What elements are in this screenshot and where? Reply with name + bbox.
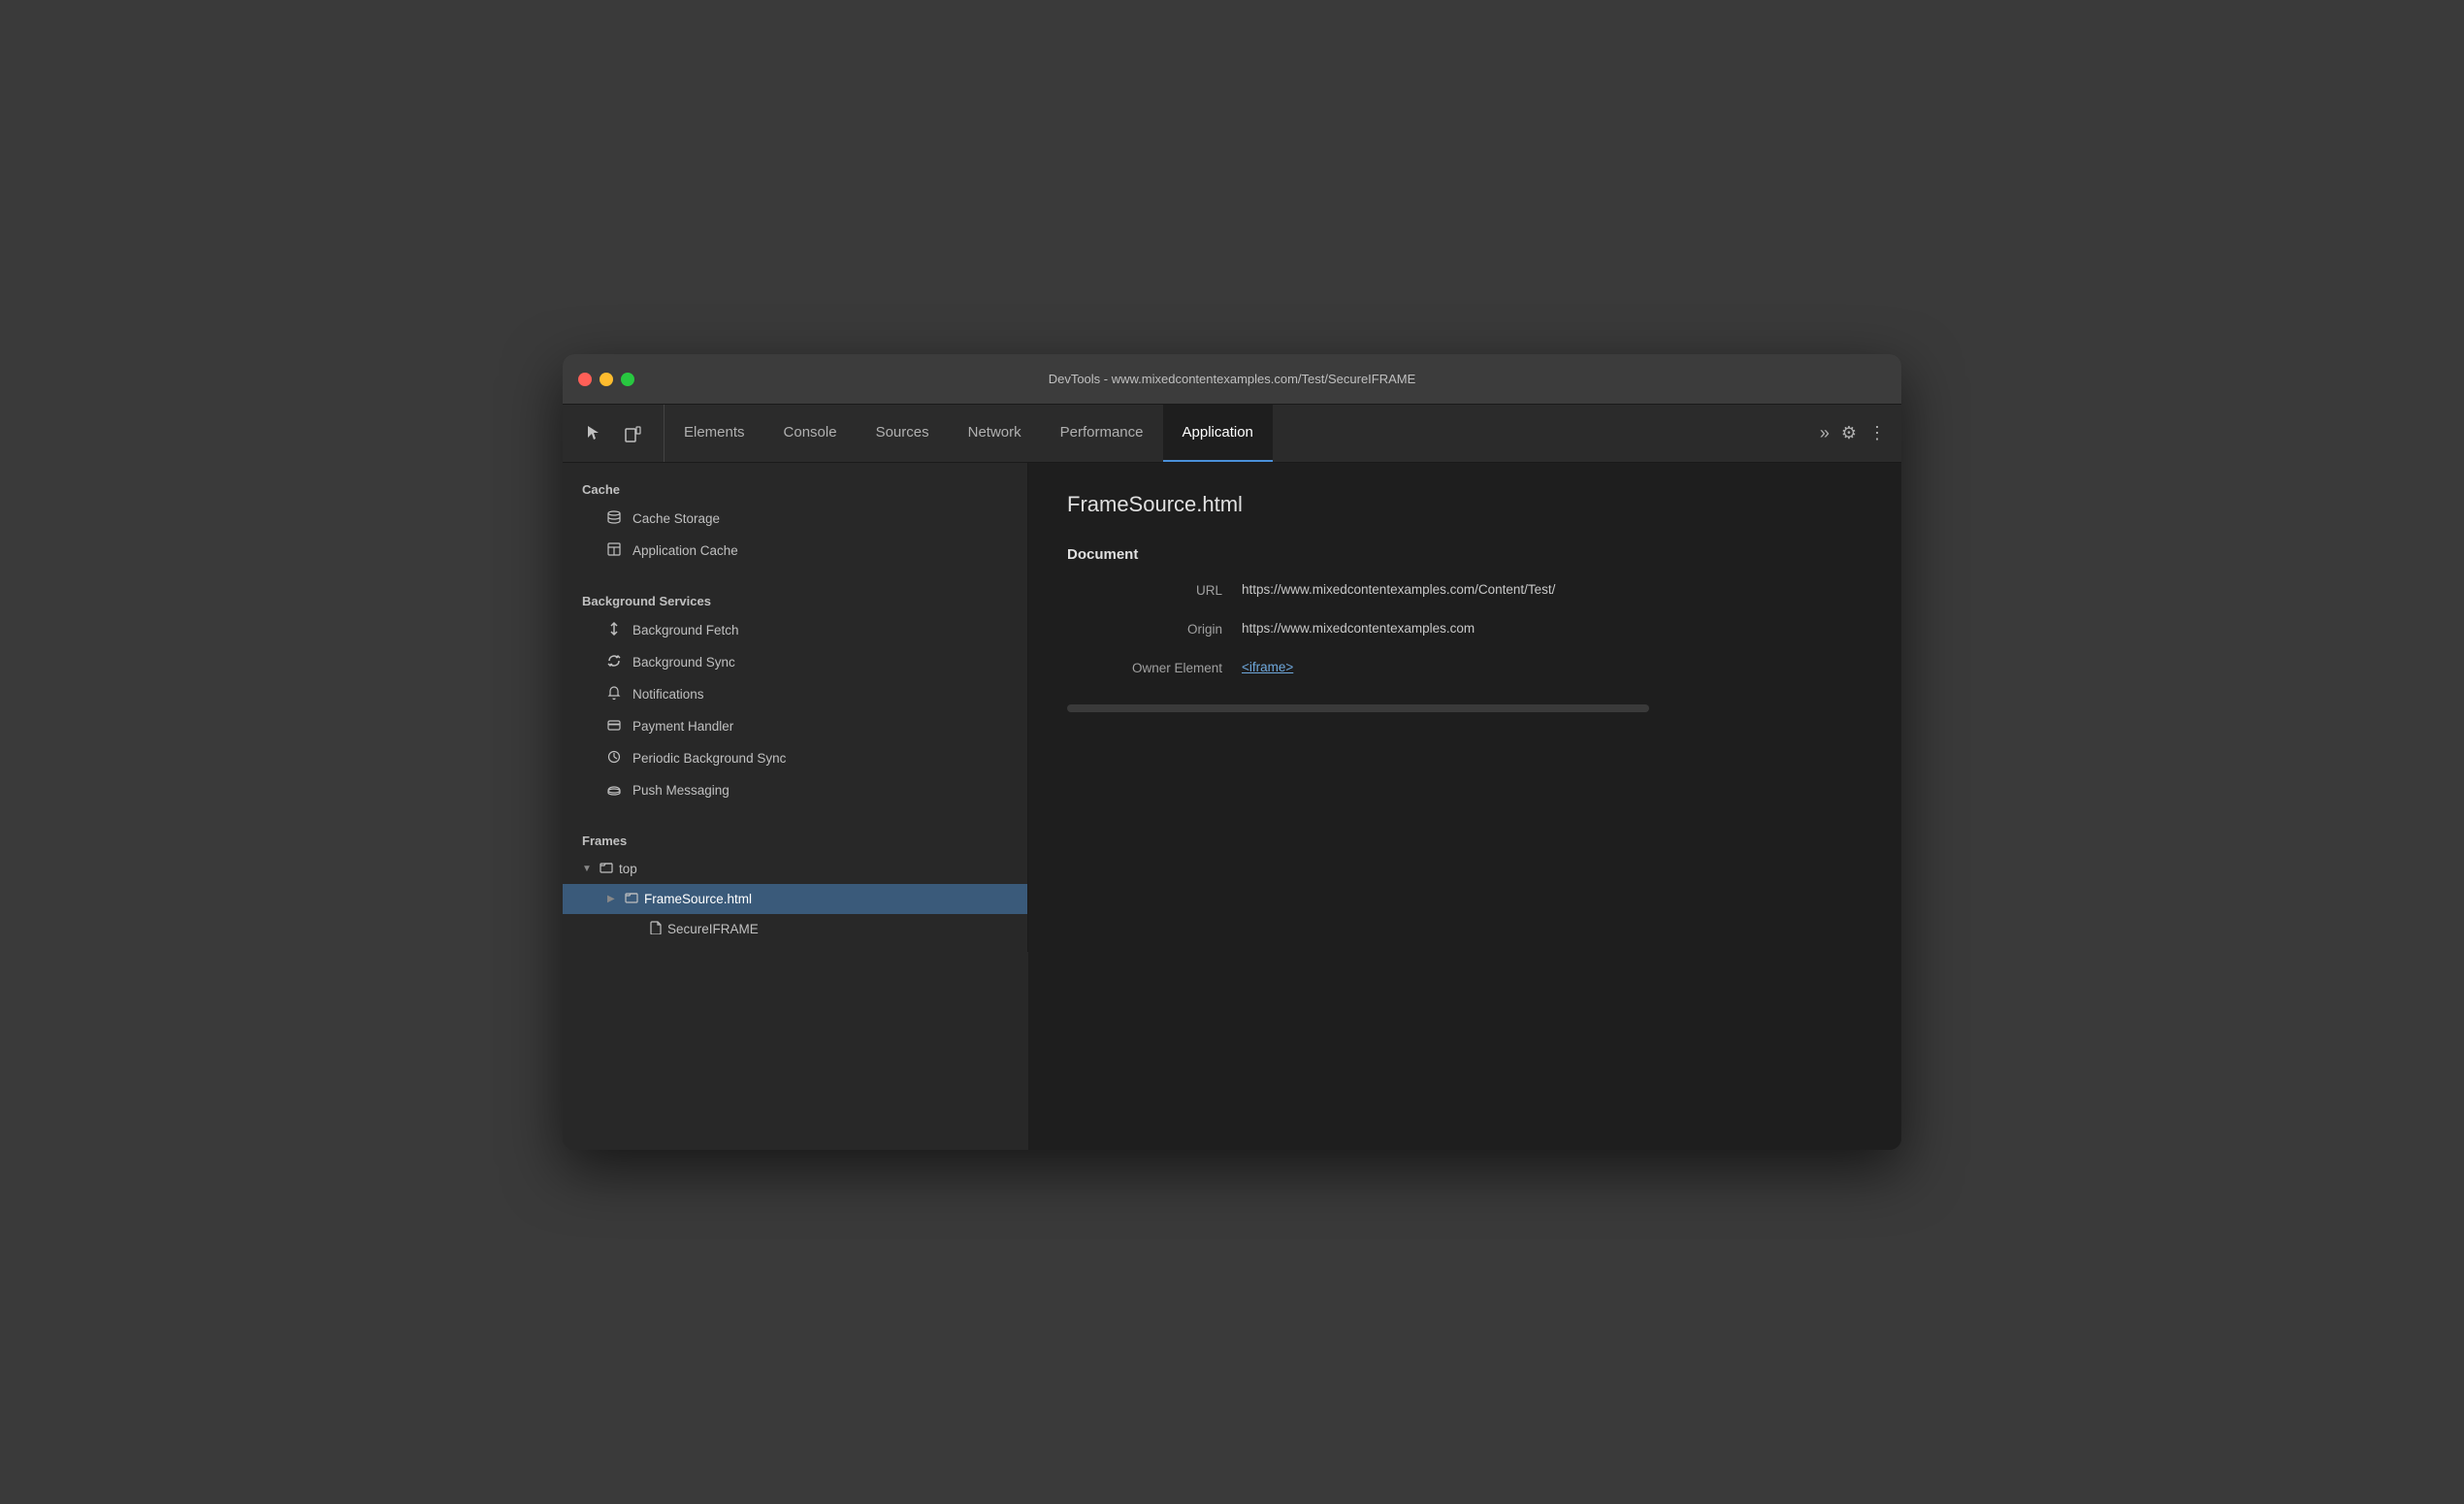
- document-section-title: Document: [1067, 546, 1863, 563]
- sidebar-frames-header: Frames: [563, 822, 1027, 854]
- frame-top-folder-icon: [600, 861, 613, 877]
- sidebar-frame-top[interactable]: ▼ top: [563, 854, 1027, 884]
- sidebar-item-cache-storage[interactable]: Cache Storage: [563, 503, 1027, 535]
- sidebar-item-notifications[interactable]: Notifications: [563, 678, 1027, 710]
- close-button[interactable]: [578, 373, 592, 386]
- sidebar-application-cache-label: Application Cache: [632, 543, 738, 558]
- toolbar-right-actions: » ⚙ ⋮: [1820, 423, 1901, 443]
- sidebar-item-push-messaging[interactable]: Push Messaging: [563, 774, 1027, 806]
- sidebar-wrapper: Cache Cache Storage: [563, 463, 1028, 1150]
- tab-application[interactable]: Application: [1163, 405, 1273, 462]
- owner-element-value[interactable]: <iframe>: [1242, 660, 1293, 674]
- framesource-label: FrameSource.html: [644, 892, 752, 906]
- framesource-arrow: ▶: [607, 894, 619, 904]
- framesource-folder-icon: [625, 891, 638, 907]
- application-cache-icon: [605, 541, 623, 560]
- titlebar: DevTools - www.mixedcontentexamples.com/…: [563, 354, 1901, 405]
- toolbar: Elements Console Sources Network Perform…: [563, 405, 1901, 463]
- maximize-button[interactable]: [621, 373, 634, 386]
- sidebar-item-background-sync[interactable]: Background Sync: [563, 646, 1027, 678]
- frame-top-arrow: ▼: [582, 864, 594, 874]
- cache-storage-icon: [605, 509, 623, 528]
- tab-performance[interactable]: Performance: [1041, 405, 1163, 462]
- main-content: Cache Cache Storage: [563, 463, 1901, 1150]
- sidebar-push-messaging-label: Push Messaging: [632, 783, 729, 798]
- periodic-background-sync-icon: [605, 749, 623, 768]
- sidebar-payment-handler-label: Payment Handler: [632, 719, 733, 734]
- devtools-window: DevTools - www.mixedcontentexamples.com/…: [563, 354, 1901, 1150]
- minimize-button[interactable]: [600, 373, 613, 386]
- notifications-icon: [605, 685, 623, 703]
- payment-handler-icon: [605, 717, 623, 736]
- tab-console[interactable]: Console: [764, 405, 857, 462]
- url-value: https://www.mixedcontentexamples.com/Con…: [1242, 582, 1555, 597]
- document-section: Document URL https://www.mixedcontentexa…: [1067, 546, 1863, 675]
- sidebar-item-background-fetch[interactable]: Background Fetch: [563, 614, 1027, 646]
- tab-elements[interactable]: Elements: [665, 405, 764, 462]
- content-panel: FrameSource.html Document URL https://ww…: [1028, 463, 1901, 1150]
- origin-label: Origin: [1086, 621, 1242, 637]
- origin-value: https://www.mixedcontentexamples.com: [1242, 621, 1475, 636]
- url-label: URL: [1086, 582, 1242, 598]
- sidebar-background-fetch-label: Background Fetch: [632, 623, 739, 638]
- more-tabs-icon[interactable]: »: [1820, 423, 1830, 443]
- origin-row: Origin https://www.mixedcontentexamples.…: [1067, 621, 1863, 637]
- inspect-icon[interactable]: [578, 418, 609, 449]
- window-title: DevTools - www.mixedcontentexamples.com/…: [1049, 372, 1416, 386]
- tab-sources[interactable]: Sources: [857, 405, 949, 462]
- device-toggle-icon[interactable]: [617, 418, 648, 449]
- secureiframe-label: SecureIFRAME: [667, 922, 759, 936]
- sidebar-frame-secureiframe[interactable]: ▶ SecureIFRAME: [563, 914, 1027, 944]
- sidebar-frame-framesource[interactable]: ▶ FrameSource.html: [563, 884, 1027, 914]
- toolbar-icon-group: [563, 405, 665, 462]
- background-sync-icon: [605, 653, 623, 671]
- nav-tabs: Elements Console Sources Network Perform…: [665, 405, 1820, 462]
- frame-top-label: top: [619, 862, 637, 876]
- traffic-lights: [563, 373, 634, 386]
- url-row: URL https://www.mixedcontentexamples.com…: [1067, 582, 1863, 598]
- sidebar-cache-header: Cache: [563, 471, 1027, 503]
- sidebar-background-services-header: Background Services: [563, 582, 1027, 614]
- more-options-icon[interactable]: ⋮: [1868, 423, 1886, 443]
- sidebar: Cache Cache Storage: [563, 463, 1028, 952]
- content-title: FrameSource.html: [1067, 492, 1863, 517]
- background-fetch-icon: [605, 621, 623, 639]
- settings-icon[interactable]: ⚙: [1841, 423, 1857, 443]
- progress-bar-container: [1067, 704, 1649, 712]
- tab-network[interactable]: Network: [949, 405, 1041, 462]
- sidebar-background-sync-label: Background Sync: [632, 655, 735, 670]
- sidebar-item-application-cache[interactable]: Application Cache: [563, 535, 1027, 567]
- sidebar-item-payment-handler[interactable]: Payment Handler: [563, 710, 1027, 742]
- sidebar-cache-storage-label: Cache Storage: [632, 511, 720, 526]
- secureiframe-file-icon: [650, 921, 662, 937]
- owner-element-row: Owner Element <iframe>: [1067, 660, 1863, 675]
- push-messaging-icon: [605, 781, 623, 800]
- secureiframe-arrow: ▶: [632, 924, 644, 934]
- owner-element-label: Owner Element: [1086, 660, 1242, 675]
- sidebar-notifications-label: Notifications: [632, 687, 704, 702]
- sidebar-item-periodic-background-sync[interactable]: Periodic Background Sync: [563, 742, 1027, 774]
- sidebar-periodic-background-sync-label: Periodic Background Sync: [632, 751, 786, 766]
